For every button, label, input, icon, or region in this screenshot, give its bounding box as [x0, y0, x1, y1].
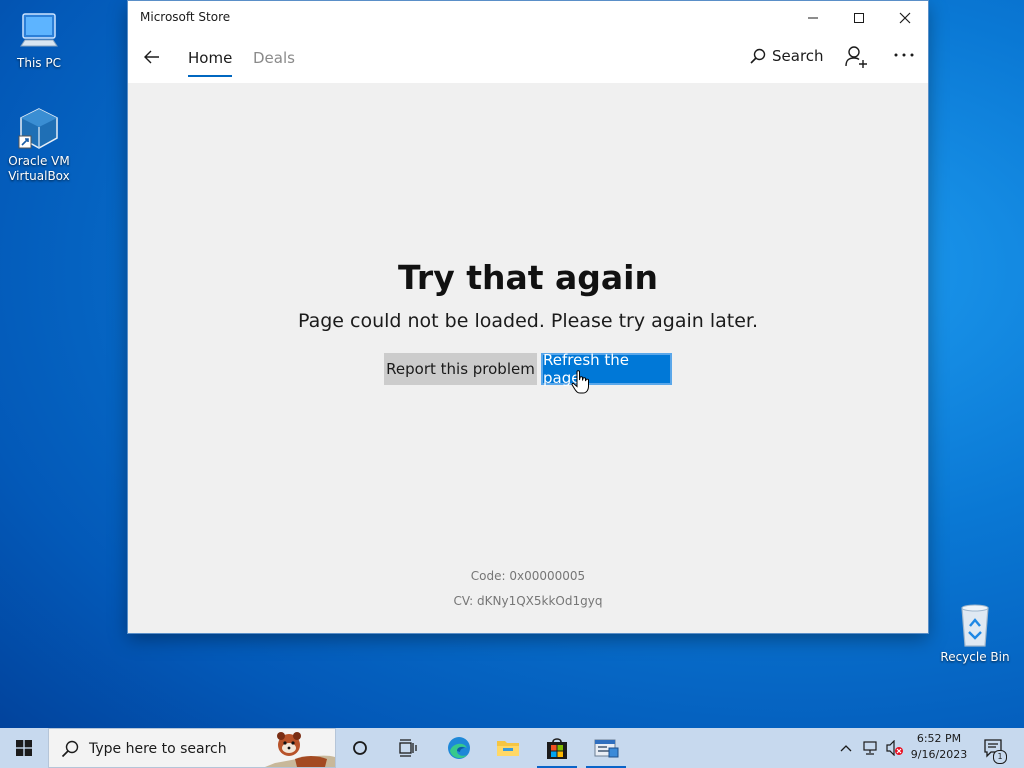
desktop-icon-recycle-bin[interactable]: Recycle Bin: [940, 602, 1010, 665]
tab-deals[interactable]: Deals: [253, 49, 295, 67]
refresh-page-button[interactable]: Refresh the page: [541, 351, 672, 387]
volume-muted-icon: [886, 740, 903, 756]
windows-logo-icon: [16, 740, 32, 756]
search-label: Search: [772, 47, 824, 65]
taskbar-search-box[interactable]: Type here to search: [48, 728, 336, 768]
search-button[interactable]: Search: [750, 47, 824, 65]
clock-time: 6:52 PM: [916, 732, 962, 745]
network-icon: [863, 741, 877, 755]
store-nav-bar: Home Deals Search: [128, 35, 928, 83]
task-view-button[interactable]: [384, 728, 432, 768]
error-code: Code: 0x00000005: [470, 569, 586, 583]
window-title: Microsoft Store: [140, 10, 231, 24]
cortana-button[interactable]: [336, 728, 384, 768]
close-icon: [899, 12, 911, 24]
back-arrow-icon: [144, 50, 159, 64]
action-center-button[interactable]: 1: [978, 728, 1008, 768]
more-icon: [894, 53, 914, 57]
close-button[interactable]: [882, 1, 928, 35]
folder-icon: [497, 741, 519, 756]
account-button[interactable]: [844, 45, 868, 69]
desktop-icon-this-pc[interactable]: This PC: [4, 10, 74, 71]
virtualbox-icon: [18, 108, 58, 149]
more-options-button[interactable]: [892, 43, 916, 67]
network-button[interactable]: [860, 728, 882, 768]
error-message: Page could not be loaded. Please try aga…: [297, 310, 759, 332]
maximize-button[interactable]: [836, 1, 882, 35]
hand-cursor-icon: [571, 370, 589, 394]
store-window: Microsoft Store Home Deals Search Try th…: [128, 1, 928, 633]
report-problem-button[interactable]: Report this problem: [384, 353, 537, 385]
search-icon: [61, 740, 79, 758]
notification-badge: 1: [993, 750, 1007, 764]
maximize-icon: [854, 13, 864, 23]
edge-icon: [448, 737, 470, 759]
error-content: Try that again Page could not be loaded.…: [128, 83, 928, 633]
recycle-bin-icon: [961, 604, 989, 647]
red-panda-search-highlight-icon: [265, 732, 335, 767]
app-taskbar-button[interactable]: [582, 728, 630, 768]
computer-icon: [20, 13, 58, 47]
minimize-button[interactable]: [790, 1, 836, 35]
chevron-up-icon: [840, 745, 852, 752]
correlation-vector: CV: dKNy1QX5kkOd1gyq: [453, 594, 603, 608]
back-button[interactable]: [140, 45, 164, 69]
cortana-icon: [353, 741, 367, 755]
show-hidden-icons-button[interactable]: [836, 728, 856, 768]
this-pc-label: This PC: [17, 56, 61, 70]
clock[interactable]: 6:52 PM 9/16/2023: [906, 732, 972, 761]
minimize-icon: [808, 17, 818, 19]
task-view-icon: [399, 739, 417, 757]
volume-button[interactable]: [884, 728, 906, 768]
add-user-icon: [845, 46, 867, 68]
microsoft-store-taskbar-button[interactable]: [533, 728, 581, 768]
app-window-icon: [594, 739, 619, 758]
start-button[interactable]: [0, 728, 48, 768]
clock-date: 9/16/2023: [910, 748, 968, 761]
desktop-icon-virtualbox[interactable]: Oracle VM VirtualBox: [4, 106, 74, 184]
taskbar: Type here to search 6:52 PM 9/16/2023 1: [0, 728, 1024, 768]
search-placeholder: Type here to search: [89, 741, 227, 757]
file-explorer-taskbar-button[interactable]: [484, 728, 532, 768]
tab-home[interactable]: Home: [188, 49, 233, 77]
virtualbox-label: Oracle VM VirtualBox: [8, 154, 70, 183]
title-bar[interactable]: Microsoft Store: [128, 1, 928, 35]
microsoft-store-icon: [547, 738, 567, 759]
search-icon: [750, 48, 766, 64]
recycle-bin-label: Recycle Bin: [940, 650, 1010, 664]
edge-taskbar-button[interactable]: [435, 728, 483, 768]
error-title: Try that again: [398, 258, 658, 297]
